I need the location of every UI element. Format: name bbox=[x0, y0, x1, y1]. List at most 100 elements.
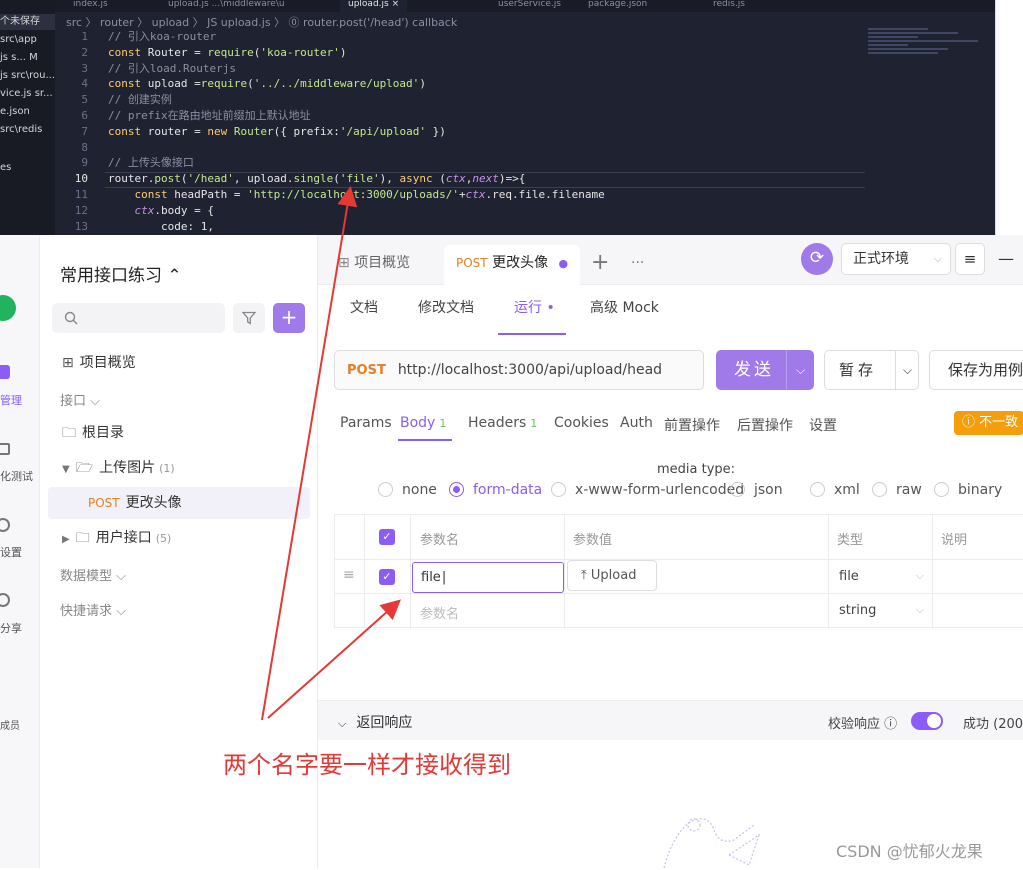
settings-icon[interactable] bbox=[0, 518, 10, 532]
explorer-item[interactable]: es bbox=[0, 160, 55, 176]
rail-item-members[interactable]: 成员 bbox=[0, 717, 40, 732]
url-input[interactable]: POST http://localhost:3000/api/upload/hea… bbox=[334, 350, 704, 390]
validate-toggle[interactable] bbox=[911, 712, 943, 730]
code-line[interactable]: 8 bbox=[60, 140, 108, 156]
drag-handle-icon[interactable]: ≡ bbox=[343, 567, 355, 583]
sidebar-folder-user[interactable]: ▶ 🗀 用户接口 (5) bbox=[48, 522, 310, 554]
code-line[interactable]: 5 // 创建实例 bbox=[60, 92, 172, 108]
code-line[interactable]: 2 const Router = require('koa-router') bbox=[60, 45, 346, 61]
minimize-button[interactable]: — bbox=[998, 249, 1014, 268]
upload-button[interactable]: ⤒ Upload bbox=[567, 560, 657, 591]
save-button[interactable]: 暂存 ⌵ bbox=[824, 350, 919, 390]
tab-project-overview[interactable]: ⊞ 项目概览 bbox=[338, 245, 410, 285]
row-checkbox[interactable]: ✓ bbox=[379, 569, 395, 585]
quick-requests-label[interactable]: 快捷请求 ⌵ bbox=[60, 600, 126, 619]
media-type-radio[interactable]: none bbox=[378, 482, 437, 498]
new-tab-button[interactable]: + bbox=[591, 245, 609, 285]
rail-item-management[interactable]: 管理 bbox=[0, 392, 40, 408]
explorer-item[interactable]: js src\rou... bbox=[0, 68, 55, 84]
subtab-run[interactable]: 运行 • bbox=[514, 297, 555, 317]
subtab-docs[interactable]: 文档 bbox=[350, 297, 378, 317]
code-line[interactable]: 9 // 上传头像接口 bbox=[60, 155, 194, 171]
sidebar-item-root[interactable]: 🗀 根目录 bbox=[48, 417, 310, 449]
editor-tab[interactable]: redis.js bbox=[705, 0, 753, 12]
editor-breadcrumb[interactable]: src 〉 router 〉 upload 〉 JS upload.js 〉 ⓪… bbox=[66, 14, 457, 30]
request-tab[interactable]: Params bbox=[340, 415, 392, 431]
url-method[interactable]: POST bbox=[347, 363, 386, 378]
request-tab[interactable]: Headers 1 bbox=[468, 415, 537, 431]
share-icon[interactable] bbox=[0, 593, 10, 607]
project-title[interactable]: 常用接口练习 ⌃ bbox=[60, 261, 182, 286]
param-name-placeholder[interactable]: 参数名 bbox=[420, 603, 459, 622]
rail-item-share[interactable]: 分享 bbox=[0, 620, 40, 636]
th-description: 说明 bbox=[941, 533, 968, 548]
editor-tab[interactable]: userService.js bbox=[490, 0, 569, 12]
code-line[interactable]: 3 // 引入load.Routerjs bbox=[60, 61, 236, 77]
explorer-item[interactable]: src\redis bbox=[0, 122, 55, 138]
request-tab[interactable]: Auth bbox=[620, 415, 653, 431]
caret-right-icon[interactable]: ▶ bbox=[62, 534, 70, 545]
menu-icon[interactable]: ≡ bbox=[955, 243, 985, 275]
explorer-item[interactable]: js s... M bbox=[0, 50, 55, 66]
editor-tab[interactable]: upload.js × bbox=[340, 0, 408, 12]
mismatch-badge[interactable]: ⓘ 不一致 bbox=[954, 411, 1023, 435]
tab-change-avatar[interactable]: POST 更改头像 ● bbox=[444, 245, 581, 285]
subtab-edit-docs[interactable]: 修改文档 bbox=[418, 297, 474, 317]
sidebar-folder-upload[interactable]: ▼ 🗁 上传图片 (1) bbox=[48, 452, 310, 484]
add-button[interactable]: + bbox=[273, 303, 305, 333]
code-line[interactable]: 7 const router = new Router({ prefix:'/ap… bbox=[60, 124, 445, 140]
explorer-item[interactable]: 个未保存 bbox=[0, 14, 55, 30]
more-tabs-button[interactable]: ··· bbox=[631, 245, 644, 285]
code-line[interactable]: 4 const upload =require('../../middleware… bbox=[60, 76, 426, 92]
request-tab[interactable]: 前置操作 bbox=[664, 415, 720, 435]
media-type-radio[interactable]: raw bbox=[872, 482, 922, 498]
send-button[interactable]: 发送 ⌵ bbox=[716, 350, 814, 390]
code-line[interactable]: 13 code: 1, bbox=[60, 219, 214, 235]
media-type-radio[interactable]: json bbox=[730, 482, 783, 498]
subtab-mock[interactable]: 高级 Mock bbox=[590, 297, 659, 317]
save-as-case-button[interactable]: 保存为用例 bbox=[929, 350, 1023, 390]
folder-upload-label: 上传图片 bbox=[99, 460, 156, 476]
editor-tab[interactable]: index.js bbox=[65, 0, 116, 12]
request-tab[interactable]: 设置 bbox=[809, 415, 837, 435]
select-all-checkbox[interactable]: ✓ bbox=[379, 529, 395, 545]
explorer-item[interactable]: e.json bbox=[0, 104, 55, 120]
sidebar-item-overview[interactable]: ⊞ 项目概览 bbox=[48, 347, 310, 379]
auto-test-icon[interactable] bbox=[0, 443, 10, 455]
environment-select[interactable]: 正式环境 ⌵ bbox=[841, 243, 951, 275]
success-status[interactable]: 成功 (200) bbox=[963, 713, 1023, 732]
explorer-item[interactable]: src\app bbox=[0, 32, 55, 48]
back-response-toggle[interactable]: ⌵ 返回响应 bbox=[338, 712, 412, 732]
type-select[interactable]: file ⌵ bbox=[839, 569, 924, 584]
editor-tab[interactable]: package.json bbox=[580, 0, 655, 12]
sidebar-endpoint-change-avatar[interactable]: POST 更改头像 bbox=[48, 487, 310, 519]
media-type-radio[interactable]: x-www-form-urlencoded bbox=[551, 482, 744, 498]
api-management-icon[interactable] bbox=[0, 365, 10, 379]
code-line[interactable]: 11 const headPath = 'http://localhost:30… bbox=[60, 187, 605, 203]
param-name-input[interactable]: file| bbox=[412, 562, 564, 593]
code-line[interactable]: 12 ctx.body = { bbox=[60, 203, 214, 219]
filter-button[interactable] bbox=[233, 303, 265, 333]
interfaces-group-label[interactable]: 接口 ⌵ bbox=[60, 390, 100, 409]
data-models-label[interactable]: 数据模型 ⌵ bbox=[60, 565, 126, 584]
explorer-item[interactable]: vice.js sr... bbox=[0, 86, 55, 102]
code-line[interactable]: 6 // prefix在路由地址前缀加上默认地址 bbox=[60, 108, 310, 124]
sync-icon[interactable]: ⟳ bbox=[801, 243, 833, 275]
type-select[interactable]: string ⌵ bbox=[839, 603, 924, 618]
media-type-radio[interactable]: binary bbox=[934, 482, 1002, 498]
rail-item-auto-test[interactable]: 化测试 bbox=[0, 468, 40, 484]
chevron-down-icon[interactable]: ⌵ bbox=[895, 351, 919, 389]
request-tab[interactable]: 后置操作 bbox=[737, 415, 793, 435]
editor-tab[interactable]: upload.js ...\middleware\u bbox=[160, 0, 293, 12]
chevron-down-icon[interactable]: ⌵ bbox=[786, 350, 814, 390]
request-tab[interactable]: Cookies bbox=[554, 415, 609, 431]
media-type-radio[interactable]: form-data bbox=[449, 482, 542, 498]
caret-down-icon[interactable]: ▼ bbox=[62, 464, 70, 475]
media-type-radio[interactable]: xml bbox=[810, 482, 860, 498]
minimap[interactable] bbox=[868, 28, 988, 68]
code-line[interactable]: 10 router.post('/head', upload.single('fi… bbox=[60, 171, 526, 187]
code-line[interactable]: 1 // 引入koa-router bbox=[60, 29, 216, 45]
search-input[interactable] bbox=[52, 303, 225, 333]
rail-item-settings[interactable]: 设置 bbox=[0, 544, 40, 560]
request-tab[interactable]: Body 1 bbox=[400, 415, 446, 431]
